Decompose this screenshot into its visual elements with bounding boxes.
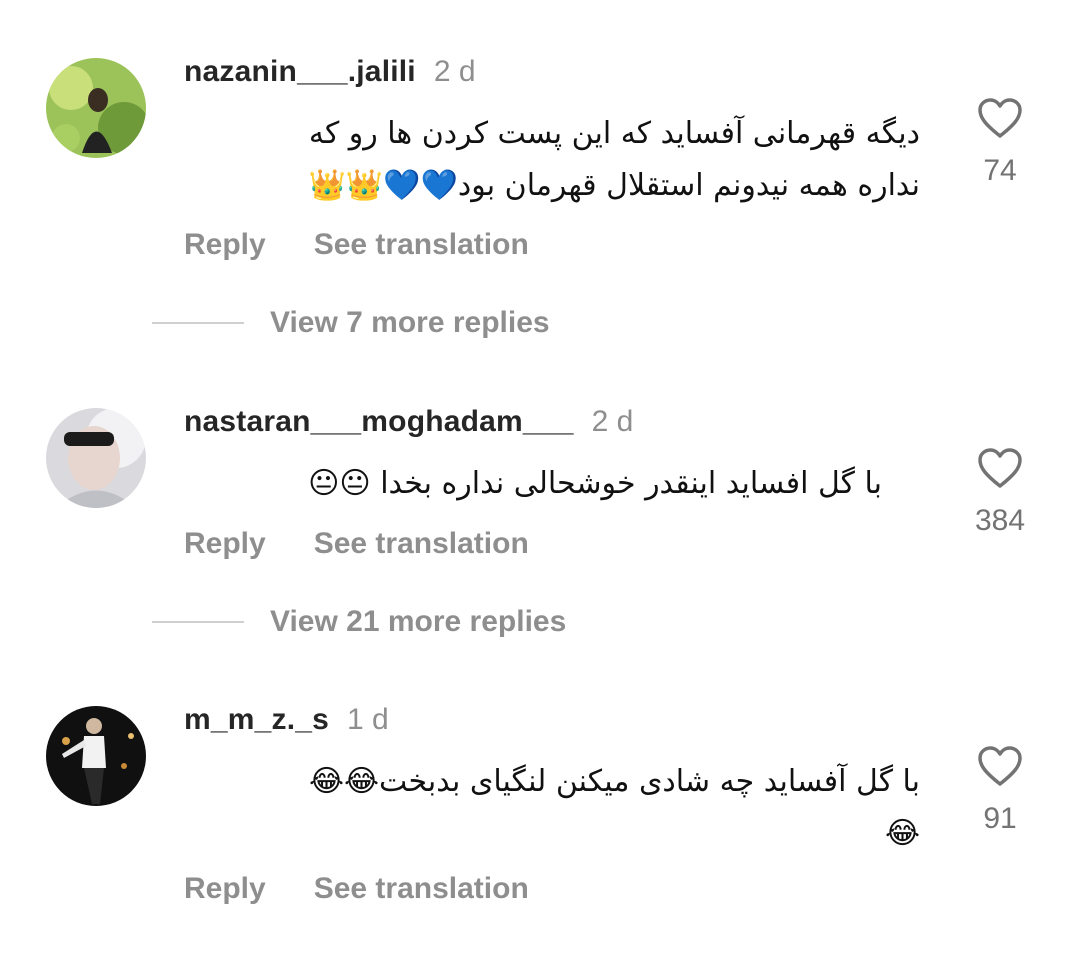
- like-count: 74: [983, 154, 1017, 187]
- comment-text: با گل افساید اینقدر خوشحالی نداره بخدا 😐…: [182, 458, 882, 510]
- like-group: 384: [970, 446, 1030, 538]
- view-more-replies-label[interactable]: View 21 more replies: [270, 605, 566, 639]
- divider-line: [152, 621, 244, 623]
- comment-line: 😂: [884, 816, 920, 851]
- username[interactable]: nazanin___.jalili: [184, 55, 416, 89]
- like-count: 384: [974, 504, 1026, 537]
- heart-outline-icon[interactable]: [976, 446, 1024, 490]
- comment-line: با گل آفساید چه شادی میکنن لنگیای بدبخت😂…: [308, 764, 920, 799]
- username[interactable]: m_m_z._s: [184, 703, 329, 737]
- see-translation-button[interactable]: See translation: [314, 228, 529, 262]
- timestamp: 2 d: [591, 405, 634, 438]
- like-count: 91: [983, 802, 1017, 835]
- comment-text: با گل آفساید چه شادی میکنن لنگیای بدبخت😂…: [200, 756, 920, 860]
- username[interactable]: nastaran___moghadam___: [184, 405, 574, 439]
- avatar[interactable]: [46, 706, 146, 806]
- avatar[interactable]: [46, 408, 146, 508]
- view-more-replies[interactable]: View 21 more replies: [152, 605, 566, 639]
- timestamp: 2 d: [433, 55, 476, 88]
- comment-line: نداره همه نیدونم استقلال قهرمان بود💙💙👑👑: [308, 168, 921, 203]
- reply-button[interactable]: Reply: [184, 527, 266, 561]
- like-group: 91: [970, 744, 1030, 836]
- comment-text: دیگه قهرمانی آفساید که این پست کردن ها ر…: [200, 108, 921, 212]
- see-translation-button[interactable]: See translation: [314, 872, 529, 906]
- like-group: 74: [970, 96, 1030, 188]
- reply-button[interactable]: Reply: [184, 872, 266, 906]
- heart-outline-icon[interactable]: [976, 744, 1024, 788]
- reply-button[interactable]: Reply: [184, 228, 266, 262]
- avatar[interactable]: [46, 58, 146, 158]
- comment-line: با گل افساید اینقدر خوشحالی نداره بخدا 😐…: [308, 466, 882, 501]
- divider-line: [152, 322, 244, 324]
- view-more-replies[interactable]: View 7 more replies: [152, 306, 550, 340]
- comment-line: دیگه قهرمانی آفساید که این پست کردن ها ر…: [308, 116, 920, 151]
- view-more-replies-label[interactable]: View 7 more replies: [270, 306, 550, 340]
- heart-outline-icon[interactable]: [976, 96, 1024, 140]
- see-translation-button[interactable]: See translation: [314, 527, 529, 561]
- timestamp: 1 d: [347, 703, 389, 736]
